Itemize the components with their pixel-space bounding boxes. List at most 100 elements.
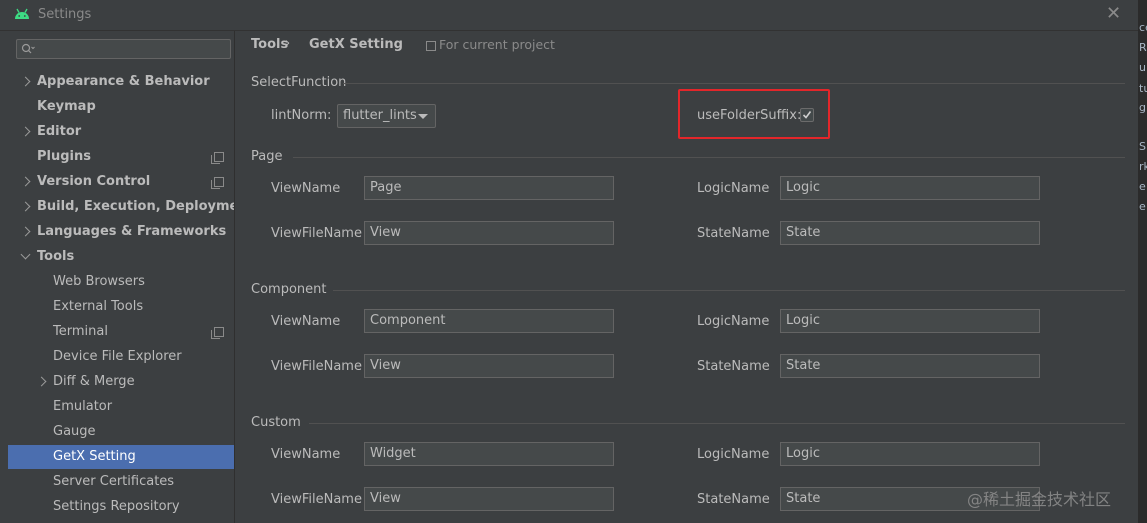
- android-studio-icon: [15, 8, 29, 19]
- sidebar-item-build-execution-deployment[interactable]: Build, Execution, Deployment: [8, 195, 254, 219]
- page-view-name-field[interactable]: Page: [364, 176, 614, 200]
- page-view-file-name-field[interactable]: View: [364, 221, 614, 245]
- state-name-label: StateName: [697, 359, 770, 374]
- sidebar-item-appearance-behavior[interactable]: Appearance & Behavior: [8, 70, 234, 94]
- view-file-name-label: ViewFileName: [271, 359, 362, 374]
- sidebar-item-label: Keymap: [37, 99, 96, 114]
- project-level-icon: [211, 177, 224, 189]
- breadcrumb-parent[interactable]: Tools: [251, 37, 288, 52]
- sidebar-item-label: Settings Repository: [53, 499, 180, 514]
- lint-norm-dropdown[interactable]: flutter_lints: [337, 104, 436, 128]
- section-divider: [343, 83, 1125, 84]
- sidebar-item-web-browsers[interactable]: Web Browsers: [8, 270, 234, 294]
- breadcrumb-current: GetX Setting: [309, 37, 403, 52]
- view-file-name-label: ViewFileName: [271, 226, 362, 241]
- settings-content: Tools › GetX Setting For current project…: [235, 31, 1138, 523]
- view-file-name-label: ViewFileName: [271, 492, 362, 507]
- sidebar-item-device-file-explorer[interactable]: Device File Explorer: [8, 345, 234, 369]
- sidebar-item-label: Tools: [37, 249, 75, 264]
- sidebar-item-label: Languages & Frameworks: [37, 224, 227, 239]
- component-state-name-field[interactable]: State: [780, 354, 1040, 378]
- logic-name-label: LogicName: [697, 447, 770, 462]
- chevron-right-icon[interactable]: [20, 226, 31, 237]
- sidebar-item-label: Gauge: [53, 424, 96, 439]
- lint-norm-value: flutter_lints: [343, 108, 417, 123]
- sidebar-item-label: Diff & Merge: [53, 374, 135, 389]
- logic-name-label: LogicName: [697, 314, 770, 329]
- sidebar-item-label: Web Browsers: [53, 274, 145, 289]
- sidebar-item-server-certificates[interactable]: Server Certificates: [8, 470, 234, 494]
- component-logic-name-field[interactable]: Logic: [780, 309, 1040, 333]
- sidebar-item-label: Version Control: [37, 174, 151, 189]
- settings-window: Settings ✕ Appearance & Behavior Keymap Ed…: [0, 0, 1138, 523]
- sidebar-item-getx-setting[interactable]: GetX Setting: [8, 445, 234, 469]
- project-scope-icon: [426, 41, 436, 51]
- custom-logic-name-field[interactable]: Logic: [780, 442, 1040, 466]
- sidebar-item-languages-frameworks[interactable]: Languages & Frameworks: [8, 220, 234, 244]
- state-name-label: StateName: [697, 226, 770, 241]
- sidebar-item-label: Emulator: [53, 399, 113, 414]
- section-divider: [293, 157, 1125, 158]
- page-state-name-field[interactable]: State: [780, 221, 1040, 245]
- window-title: Settings: [38, 7, 92, 22]
- project-scope-label: For current project: [439, 37, 555, 52]
- component-view-name-field[interactable]: Component: [364, 309, 614, 333]
- sidebar-item-version-control[interactable]: Version Control: [8, 170, 234, 194]
- project-level-icon: [211, 152, 224, 164]
- sidebar-item-terminal[interactable]: Terminal: [8, 320, 234, 344]
- search-input[interactable]: [16, 39, 231, 59]
- page-logic-name-field[interactable]: Logic: [780, 176, 1040, 200]
- custom-view-file-name-field[interactable]: View: [364, 487, 614, 511]
- custom-section-title: Custom: [251, 415, 301, 430]
- sidebar-item-label: Terminal: [53, 324, 108, 339]
- sidebar-item-label: Server Certificates: [53, 474, 175, 489]
- chevron-right-icon[interactable]: [20, 126, 31, 137]
- component-view-file-name-field[interactable]: View: [364, 354, 614, 378]
- editor-text-fragment: e: [1139, 200, 1146, 213]
- sidebar-item-label: Plugins: [37, 149, 91, 164]
- sidebar-item-diff-merge[interactable]: Diff & Merge: [8, 370, 234, 394]
- sidebar-item-label: Appearance & Behavior: [37, 74, 210, 89]
- highlight-box: [678, 89, 830, 139]
- sidebar-item-plugins[interactable]: Plugins: [8, 145, 234, 169]
- editor-text-fragment: u: [1139, 61, 1146, 74]
- sidebar-item-external-tools[interactable]: External Tools: [8, 295, 234, 319]
- editor-text-fragment: S: [1139, 140, 1146, 153]
- chevron-right-icon[interactable]: [20, 76, 31, 87]
- editor-text-fragment: R: [1139, 41, 1147, 54]
- editor-text-fragment: g: [1139, 101, 1146, 114]
- section-divider: [333, 290, 1125, 291]
- sidebar-item-settings-repository[interactable]: Settings Repository: [8, 495, 234, 519]
- chevron-right-icon[interactable]: [20, 176, 31, 187]
- sidebar-item-label: External Tools: [53, 299, 144, 314]
- chevron-right-icon[interactable]: [20, 201, 31, 212]
- sidebar-item-label: GetX Setting: [53, 449, 136, 464]
- lint-norm-label: lintNorm:: [271, 108, 332, 123]
- search-icon: [21, 43, 35, 54]
- sidebar-item-editor[interactable]: Editor: [8, 120, 234, 144]
- sidebar-item-label: Editor: [37, 124, 82, 139]
- chevron-down-icon[interactable]: [20, 249, 31, 260]
- sidebar-item-gauge[interactable]: Gauge: [8, 420, 234, 444]
- settings-sidebar: Appearance & Behavior Keymap Editor Plugins…: [8, 31, 254, 523]
- editor-text-fragment: e: [1139, 180, 1146, 193]
- logic-name-label: LogicName: [697, 181, 770, 196]
- view-name-label: ViewName: [271, 181, 341, 196]
- sidebar-item-emulator[interactable]: Emulator: [8, 395, 234, 419]
- title-bar: Settings ✕: [0, 0, 1138, 31]
- editor-text-fragment: ce: [1139, 21, 1147, 34]
- breadcrumb-separator: ›: [285, 36, 291, 51]
- close-icon[interactable]: ✕: [1106, 3, 1121, 24]
- chevron-right-icon[interactable]: [36, 376, 47, 387]
- sidebar-item-label: Build, Execution, Deployment: [37, 199, 254, 214]
- editor-text-fragment: tu: [1139, 82, 1147, 95]
- sidebar-item-keymap[interactable]: Keymap: [8, 95, 234, 119]
- watermark: @稀土掘金技术社区: [967, 490, 1112, 509]
- sidebar-item-label: Device File Explorer: [53, 349, 182, 364]
- state-name-label: StateName: [697, 492, 770, 507]
- view-name-label: ViewName: [271, 447, 341, 462]
- custom-view-name-field[interactable]: Widget: [364, 442, 614, 466]
- section-divider: [309, 423, 1125, 424]
- sidebar-item-tools[interactable]: Tools: [8, 245, 234, 269]
- editor-text-fragment: rk: [1139, 160, 1147, 173]
